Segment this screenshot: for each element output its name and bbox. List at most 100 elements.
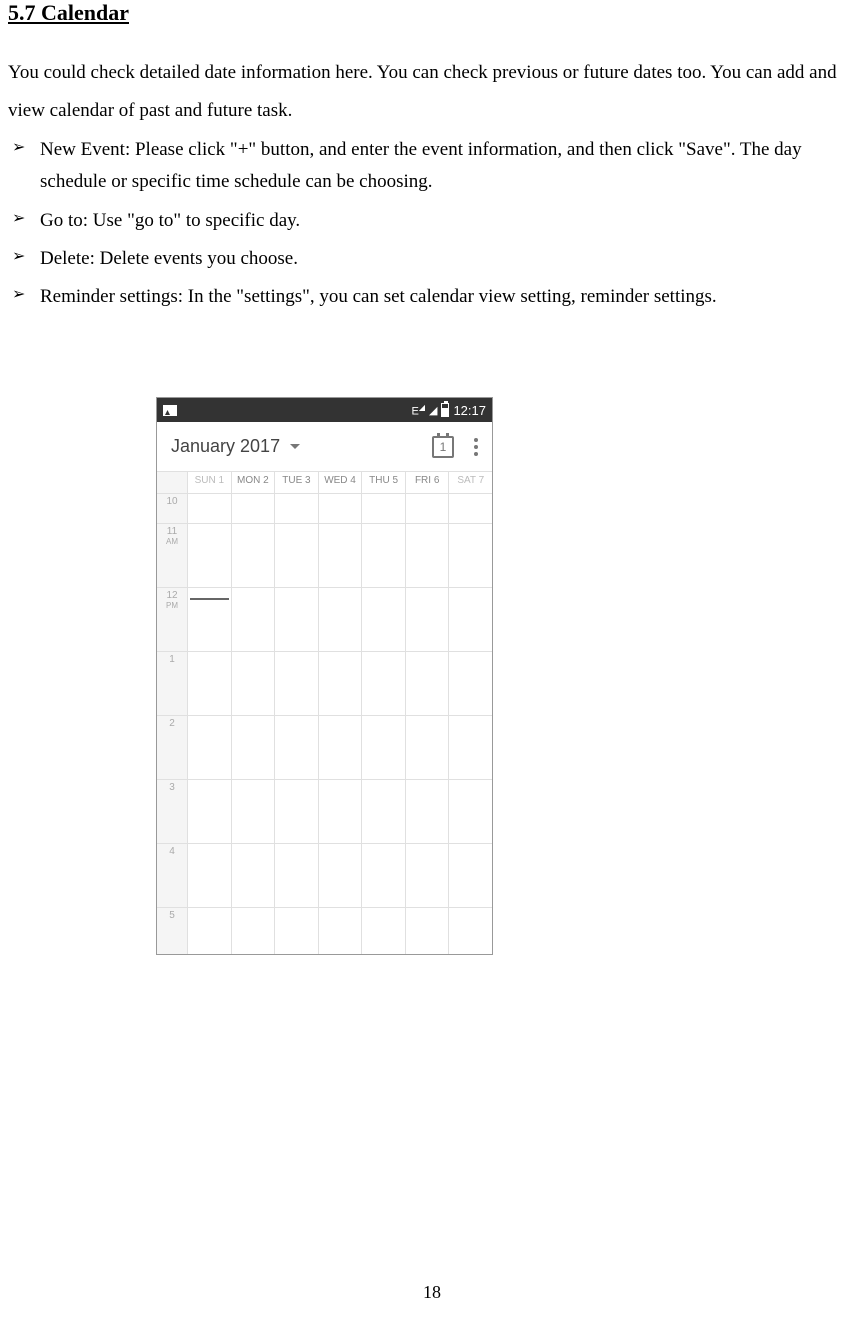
hour-cell[interactable]: [318, 524, 362, 588]
hour-cell[interactable]: [361, 908, 405, 955]
hour-cell[interactable]: [274, 652, 318, 716]
overflow-menu-icon[interactable]: [474, 438, 478, 456]
hour-cell[interactable]: [318, 716, 362, 780]
hour-cell[interactable]: [448, 780, 492, 844]
hour-cell[interactable]: [405, 652, 449, 716]
hour-row: 3: [157, 780, 492, 844]
hour-cell[interactable]: [231, 652, 275, 716]
hour-cell[interactable]: [231, 844, 275, 908]
hour-cell[interactable]: [274, 494, 318, 524]
today-button[interactable]: 1: [432, 436, 454, 458]
hour-row: 1: [157, 652, 492, 716]
hour-cell[interactable]: [448, 652, 492, 716]
hour-cell[interactable]: [187, 908, 231, 955]
day-header-cell[interactable]: FRI 6: [405, 472, 449, 493]
hour-cell[interactable]: [187, 716, 231, 780]
page-number: 18: [0, 1282, 864, 1303]
bullet-go-to: Go to: Use "go to" to specific day.: [8, 205, 856, 237]
hour-cell[interactable]: [318, 844, 362, 908]
hour-cell[interactable]: [187, 780, 231, 844]
feature-list: New Event: Please click "+" button, and …: [8, 134, 856, 313]
hour-label: 3: [157, 780, 187, 844]
bullet-reminder: Reminder settings: In the "settings", yo…: [8, 281, 856, 313]
hour-cell[interactable]: [187, 524, 231, 588]
day-header-cell[interactable]: SUN 1: [187, 472, 231, 493]
hour-cell[interactable]: [361, 588, 405, 652]
hour-cell[interactable]: [405, 716, 449, 780]
hour-cell[interactable]: [405, 588, 449, 652]
hour-label: 1: [157, 652, 187, 716]
hour-cell[interactable]: [318, 908, 362, 955]
intro-paragraph: You could check detailed date informatio…: [8, 54, 856, 130]
hour-cell[interactable]: [231, 494, 275, 524]
bullet-new-event: New Event: Please click "+" button, and …: [8, 134, 856, 199]
section-heading: 5.7 Calendar: [8, 0, 856, 26]
hour-label: 12PM: [157, 588, 187, 652]
day-header-cell[interactable]: THU 5: [361, 472, 405, 493]
hour-cell[interactable]: [318, 494, 362, 524]
hour-cell[interactable]: [231, 908, 275, 955]
hour-grid[interactable]: 1011AM12PM12345: [157, 494, 492, 955]
hour-row: 4: [157, 844, 492, 908]
hour-cell[interactable]: [448, 588, 492, 652]
hour-row: 11AM: [157, 524, 492, 588]
hour-cell[interactable]: [231, 524, 275, 588]
hour-row: 12PM: [157, 588, 492, 652]
time-gutter-header: [157, 472, 187, 493]
hour-cell[interactable]: [405, 844, 449, 908]
day-header-cell[interactable]: WED 4: [318, 472, 362, 493]
hour-label: 11AM: [157, 524, 187, 588]
hour-cell[interactable]: [361, 652, 405, 716]
hour-cell[interactable]: [361, 494, 405, 524]
hour-cell[interactable]: [318, 588, 362, 652]
day-header-cell[interactable]: TUE 3: [274, 472, 318, 493]
hour-cell[interactable]: [231, 716, 275, 780]
hour-cell[interactable]: [274, 844, 318, 908]
day-header-cell[interactable]: MON 2: [231, 472, 275, 493]
hour-cell[interactable]: [187, 652, 231, 716]
hour-cell[interactable]: [318, 780, 362, 844]
hour-label: 4: [157, 844, 187, 908]
battery-icon: [441, 403, 449, 417]
hour-cell[interactable]: [448, 844, 492, 908]
hour-cell[interactable]: [274, 588, 318, 652]
hour-cell[interactable]: [361, 780, 405, 844]
hour-cell[interactable]: [405, 908, 449, 955]
hour-cell[interactable]: [448, 494, 492, 524]
phone-screenshot: E◢ ◢ 12:17 January 2017 1 SUN 1MON 2TUE …: [156, 397, 493, 955]
calendar-app-header: January 2017 1: [157, 422, 492, 472]
hour-cell[interactable]: [231, 588, 275, 652]
hour-cell[interactable]: [274, 716, 318, 780]
hour-cell[interactable]: [361, 716, 405, 780]
hour-cell[interactable]: [187, 494, 231, 524]
hour-row: 5: [157, 908, 492, 955]
hour-cell[interactable]: [448, 908, 492, 955]
hour-label: 2: [157, 716, 187, 780]
hour-cell[interactable]: [274, 908, 318, 955]
hour-cell[interactable]: [274, 524, 318, 588]
day-header-row: SUN 1MON 2TUE 3WED 4THU 5FRI 6SAT 7: [157, 472, 492, 494]
hour-cell[interactable]: [405, 494, 449, 524]
hour-row: 10: [157, 494, 492, 524]
hour-cell[interactable]: [318, 652, 362, 716]
hour-cell[interactable]: [231, 780, 275, 844]
hour-cell[interactable]: [274, 780, 318, 844]
signal-bars-icon: ◢: [429, 404, 437, 417]
month-selector[interactable]: January 2017: [171, 436, 280, 457]
notification-icon: [163, 405, 177, 416]
hour-cell[interactable]: [361, 524, 405, 588]
dropdown-arrow-icon[interactable]: [290, 444, 300, 449]
hour-label: 5: [157, 908, 187, 955]
hour-cell[interactable]: [448, 524, 492, 588]
status-time: 12:17: [453, 403, 486, 418]
signal-indicator: E◢: [411, 403, 425, 418]
bullet-delete: Delete: Delete events you choose.: [8, 243, 856, 275]
hour-cell[interactable]: [361, 844, 405, 908]
hour-cell[interactable]: [187, 844, 231, 908]
status-bar: E◢ ◢ 12:17: [157, 398, 492, 422]
hour-cell[interactable]: [448, 716, 492, 780]
hour-cell[interactable]: [405, 780, 449, 844]
hour-cell[interactable]: [187, 588, 231, 652]
day-header-cell[interactable]: SAT 7: [448, 472, 492, 493]
hour-cell[interactable]: [405, 524, 449, 588]
